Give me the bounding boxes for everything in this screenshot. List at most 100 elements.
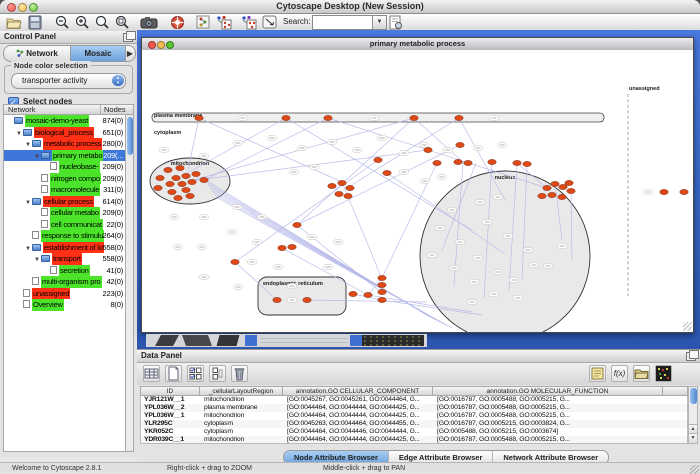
network-node[interactable] xyxy=(172,175,180,180)
network-node[interactable] xyxy=(464,160,472,165)
zoom-selected-icon[interactable] xyxy=(94,15,110,30)
network-node[interactable] xyxy=(192,171,200,176)
network-node[interactable] xyxy=(558,194,566,199)
network-node[interactable] xyxy=(378,282,386,287)
vizmapper-icon[interactable] xyxy=(262,15,278,30)
network-edge[interactable] xyxy=(204,118,328,180)
data-table-scrollbar[interactable]: ▲ ▼ xyxy=(688,386,698,444)
network-node[interactable] xyxy=(156,175,164,180)
table-row[interactable]: YJR121W__1mitochondrion[GO:0045267, GO:0… xyxy=(141,396,687,404)
tab-network[interactable]: Network xyxy=(4,46,70,61)
network-node[interactable] xyxy=(680,189,688,194)
tree-row[interactable]: nucleobase-209(0) xyxy=(4,161,125,173)
window-resize-grip[interactable] xyxy=(690,465,699,474)
network-node[interactable] xyxy=(168,189,176,194)
search-config-icon[interactable] xyxy=(388,15,404,30)
tree-scrollbar[interactable] xyxy=(126,115,134,452)
open-file-icon[interactable] xyxy=(6,15,22,30)
network-node[interactable] xyxy=(364,292,372,297)
attribute-matrix-icon[interactable] xyxy=(655,365,672,382)
network-node[interactable] xyxy=(186,193,194,198)
column-header[interactable]: ID xyxy=(140,386,200,396)
tree-row[interactable]: multi-organism pro42(0) xyxy=(4,276,125,288)
zoom-out-icon[interactable] xyxy=(54,15,70,30)
network-node[interactable] xyxy=(410,115,418,120)
network-node[interactable] xyxy=(324,115,332,120)
tree-row[interactable]: ▼biological_process651(0) xyxy=(4,127,125,139)
column-header[interactable]: annotation.GO CELLULAR_COMPONENT xyxy=(283,386,433,396)
network-canvas[interactable]: plasma membranemitochondrionnucleusendop… xyxy=(142,50,693,332)
search-dropdown-button[interactable]: ▼ xyxy=(372,15,387,30)
new-attribute-icon[interactable] xyxy=(165,365,182,382)
network-node[interactable] xyxy=(433,160,441,165)
network-node[interactable] xyxy=(346,185,354,190)
tree-row[interactable]: ▼transport558(0) xyxy=(4,253,125,265)
network-overview-icon[interactable] xyxy=(196,15,212,30)
network-node[interactable] xyxy=(182,173,190,178)
node-color-combobox[interactable]: transporter activity ▲▼ xyxy=(11,73,126,89)
network-node[interactable] xyxy=(378,275,386,280)
tree-row[interactable]: nitrogen compo209(0) xyxy=(4,173,125,185)
network-node[interactable] xyxy=(338,180,346,185)
network-node[interactable] xyxy=(282,115,290,120)
select-attributes-icon[interactable] xyxy=(187,365,204,382)
network-node[interactable] xyxy=(456,142,464,147)
delete-attribute-icon[interactable] xyxy=(231,365,248,382)
tree-row[interactable]: cellular metabo209(0) xyxy=(4,207,125,219)
network-node[interactable] xyxy=(195,115,203,120)
help-icon[interactable] xyxy=(170,15,186,30)
unselect-attributes-icon[interactable] xyxy=(209,365,226,382)
tab-mosaic[interactable]: Mosaic xyxy=(70,46,126,61)
zoom-fit-icon[interactable] xyxy=(114,15,130,30)
network-node[interactable] xyxy=(551,181,559,186)
network-node[interactable] xyxy=(488,159,496,164)
column-grid-icon[interactable] xyxy=(143,365,160,382)
network-node[interactable] xyxy=(166,181,174,186)
network-edge[interactable] xyxy=(297,118,414,225)
tree-scrollbar-thumb[interactable] xyxy=(127,117,133,155)
network-node[interactable] xyxy=(200,177,208,182)
network-node[interactable] xyxy=(174,195,182,200)
network-node[interactable] xyxy=(567,188,575,193)
network-node[interactable] xyxy=(164,167,172,172)
network-node[interactable] xyxy=(154,185,162,190)
tree-row[interactable]: ▼primary metabo209(... xyxy=(4,150,125,162)
table-row[interactable]: YKR052Ccytoplasm[GO:0044464, GO:0044446,… xyxy=(141,428,687,436)
table-row[interactable]: YDR039C__1mitochondrion[GO:0044464, GO:0… xyxy=(141,436,687,444)
tree-row[interactable]: Overview8(0) xyxy=(4,299,125,311)
network-node[interactable] xyxy=(548,192,556,197)
network-node[interactable] xyxy=(523,161,531,166)
tree-row[interactable]: ▼establishment of lo558(0) xyxy=(4,242,125,254)
table-row[interactable]: YLR295Ccytoplasm[GO:0045263, GO:0044464,… xyxy=(141,420,687,428)
network-node[interactable] xyxy=(378,289,386,294)
network-node[interactable] xyxy=(344,193,352,198)
network-node[interactable] xyxy=(288,244,296,249)
zoom-in-icon[interactable] xyxy=(74,15,90,30)
tree-row[interactable]: macromolecule311(0) xyxy=(4,184,125,196)
tab-overflow-arrow[interactable]: ▶ xyxy=(127,49,133,58)
network-node[interactable] xyxy=(513,160,521,165)
network-node[interactable] xyxy=(231,259,239,264)
column-header[interactable]: _cellularLayoutRegion xyxy=(200,386,283,396)
table-row[interactable]: YPL036W__2plasma membrane[GO:0044464, GO… xyxy=(141,404,687,412)
network-node[interactable] xyxy=(293,222,301,227)
network-edge[interactable] xyxy=(286,118,472,230)
network-node[interactable] xyxy=(273,297,281,302)
notes-icon[interactable] xyxy=(589,365,606,382)
network-node[interactable] xyxy=(378,297,386,302)
function-builder-icon[interactable]: f(x) xyxy=(611,365,628,382)
network-node[interactable] xyxy=(455,115,463,120)
network-node[interactable] xyxy=(383,170,391,175)
float-panel-icon[interactable] xyxy=(686,352,696,361)
network-node[interactable] xyxy=(660,189,668,194)
network-node[interactable] xyxy=(374,157,382,162)
network-node[interactable] xyxy=(543,185,551,190)
tree-row[interactable]: unassigned223(0) xyxy=(4,288,125,300)
network-node[interactable] xyxy=(182,187,190,192)
table-row[interactable]: YPL036W__1mitochondrion[GO:0044464, GO:0… xyxy=(141,412,687,420)
network-node[interactable] xyxy=(176,165,184,170)
network-node[interactable] xyxy=(424,147,432,152)
tree-row[interactable]: cell communicat22(0) xyxy=(4,219,125,231)
view-resize-grip[interactable] xyxy=(683,322,692,331)
tree-row[interactable]: response to stimulu264(0) xyxy=(4,230,125,242)
